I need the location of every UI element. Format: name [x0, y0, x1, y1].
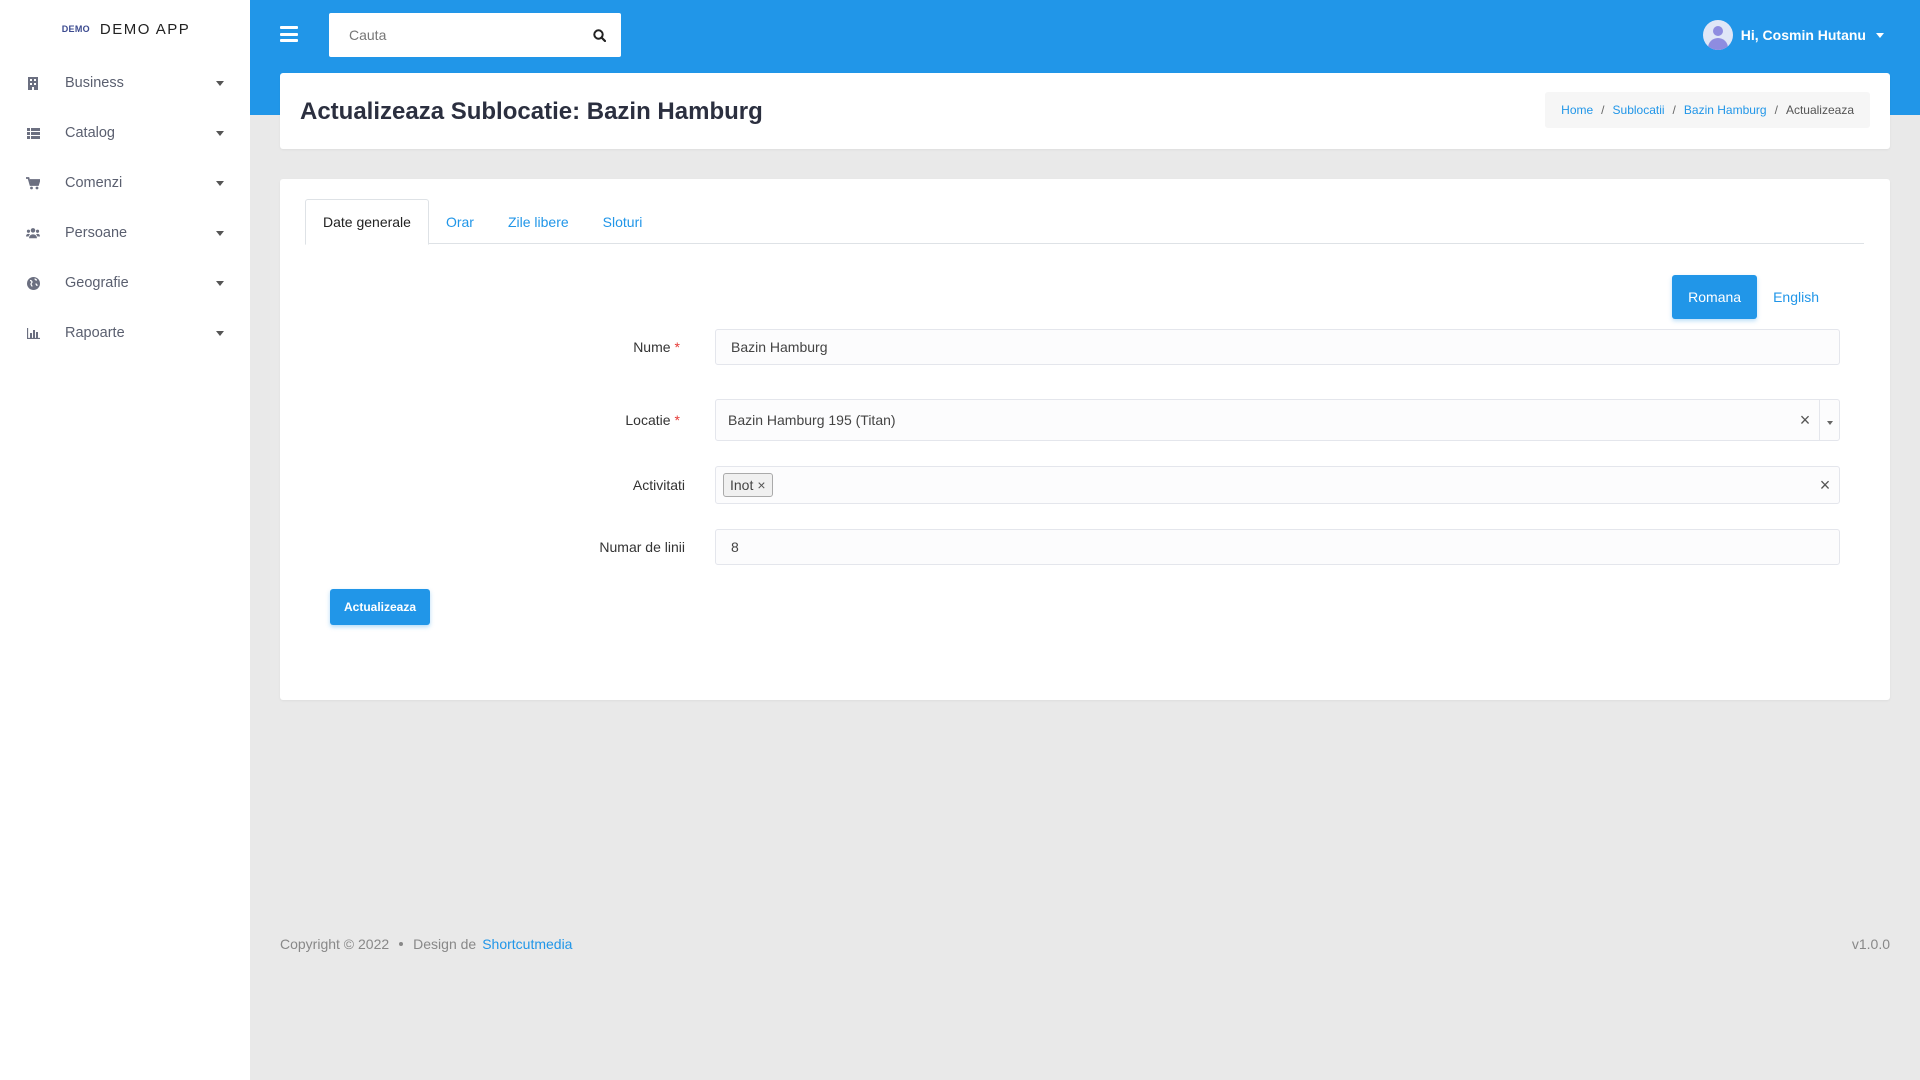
dropdown-arrow-icon[interactable]	[1819, 400, 1839, 440]
breadcrumb-current: Actualizeaza	[1785, 103, 1854, 117]
nume-input[interactable]	[716, 330, 1839, 364]
chart-icon	[26, 326, 40, 340]
sidebar-item-label: Comenzi	[65, 175, 123, 191]
remove-tag-icon[interactable]: ×	[757, 477, 765, 493]
search-icon[interactable]	[577, 13, 621, 57]
form-row-locatie: Locatie * Bazin Hamburg 195 (Titan) ×	[280, 399, 1890, 441]
update-button[interactable]: Actualizeaza	[330, 589, 431, 625]
tab-bar: Date generale Orar Zile libere Sloturi	[305, 199, 1864, 245]
sidebar-item-label: Catalog	[65, 125, 115, 141]
nume-field	[715, 329, 1840, 365]
numar-linii-label: Numar de linii	[599, 539, 685, 555]
tab-sloturi[interactable]: Sloturi	[586, 199, 660, 244]
search-input[interactable]	[329, 27, 577, 43]
brand-name: DEMO APP	[99, 20, 191, 38]
breadcrumb-home[interactable]: Home	[1561, 103, 1593, 117]
brand[interactable]: DEMO DEMO APP	[0, 0, 250, 58]
locatie-selected-value: Bazin Hamburg 195 (Titan)	[728, 412, 896, 428]
user-greeting: Hi, Cosmin Hutanu	[1740, 27, 1866, 43]
tab-date-generale[interactable]: Date generale	[305, 199, 429, 245]
numar-linii-input[interactable]	[716, 530, 1839, 564]
sidebar-item-persoane[interactable]: Persoane	[0, 208, 250, 258]
breadcrumb: Home / Sublocatii / Bazin Hamburg / Actu…	[1545, 92, 1870, 128]
menu-toggle-icon[interactable]	[280, 26, 298, 42]
numar-linii-field	[715, 529, 1840, 565]
page-title: Actualizeaza Sublocatie: Bazin Hamburg	[300, 98, 763, 125]
sidebar-item-label: Rapoarte	[65, 325, 125, 341]
clear-icon[interactable]: ×	[1791, 410, 1819, 431]
locatie-select[interactable]: Bazin Hamburg 195 (Titan) ×	[715, 399, 1840, 441]
sidebar-item-business[interactable]: Business	[0, 58, 250, 108]
sidebar: DEMO DEMO APP Business Catalog Comenzi P…	[0, 0, 250, 1080]
sidebar-item-label: Business	[65, 75, 124, 91]
sidebar-item-label: Persoane	[65, 225, 128, 241]
language-romana-button[interactable]: Romana	[1672, 275, 1758, 319]
search-box	[329, 13, 621, 57]
activity-tag: Inot ×	[723, 473, 773, 497]
design-prefix: Design de	[413, 936, 477, 952]
brand-logo: DEMO	[59, 21, 92, 37]
chevron-down-icon	[216, 280, 224, 286]
form-row-activitati: Activitati Inot × ×	[280, 466, 1890, 504]
activitati-label: Activitati	[632, 477, 685, 493]
locatie-label: Locatie *	[625, 412, 680, 428]
avatar	[1702, 20, 1733, 50]
design-link[interactable]: Shortcutmedia	[482, 936, 572, 952]
chevron-down-icon	[216, 230, 224, 236]
form-card: Date generale Orar Zile libere Sloturi R…	[280, 179, 1890, 700]
chevron-down-icon	[216, 330, 224, 336]
version-text: v1.0.0	[1851, 936, 1890, 952]
language-english-button[interactable]: English	[1757, 275, 1835, 319]
language-switcher: Romana English	[1672, 275, 1835, 319]
user-menu[interactable]: Hi, Cosmin Hutanu	[1702, 20, 1884, 50]
chevron-down-icon	[216, 80, 224, 86]
chevron-down-icon	[216, 180, 224, 186]
form-row-numar-linii: Numar de linii	[280, 529, 1890, 565]
nume-label: Nume *	[633, 339, 680, 355]
sidebar-item-comenzi[interactable]: Comenzi	[0, 158, 250, 208]
footer: Copyright © 2022 Design de Shortcutmedia…	[280, 936, 1890, 952]
cart-icon	[26, 176, 40, 190]
tab-zile-libere[interactable]: Zile libere	[491, 199, 586, 244]
activitati-multiselect[interactable]: Inot × ×	[715, 466, 1840, 504]
users-icon	[26, 226, 40, 240]
sidebar-item-catalog[interactable]: Catalog	[0, 108, 250, 158]
chevron-down-icon	[216, 130, 224, 136]
sidebar-item-geografie[interactable]: Geografie	[0, 258, 250, 308]
sidebar-item-label: Geografie	[65, 275, 129, 291]
activity-tag-label: Inot	[730, 477, 754, 493]
building-icon	[26, 76, 40, 90]
breadcrumb-sublocatii[interactable]: Sublocatii	[1613, 103, 1665, 117]
list-icon	[26, 126, 40, 140]
form-row-nume: Nume *	[280, 329, 1890, 365]
sidebar-item-rapoarte[interactable]: Rapoarte	[0, 308, 250, 358]
page-header: Actualizeaza Sublocatie: Bazin Hamburg H…	[280, 73, 1890, 149]
chevron-down-icon	[1876, 32, 1884, 38]
clear-icon[interactable]: ×	[1811, 475, 1839, 496]
copyright-text: Copyright © 2022	[280, 936, 390, 952]
tab-orar[interactable]: Orar	[429, 199, 491, 244]
globe-icon	[26, 276, 40, 290]
breadcrumb-bazin-hamburg[interactable]: Bazin Hamburg	[1684, 103, 1767, 117]
